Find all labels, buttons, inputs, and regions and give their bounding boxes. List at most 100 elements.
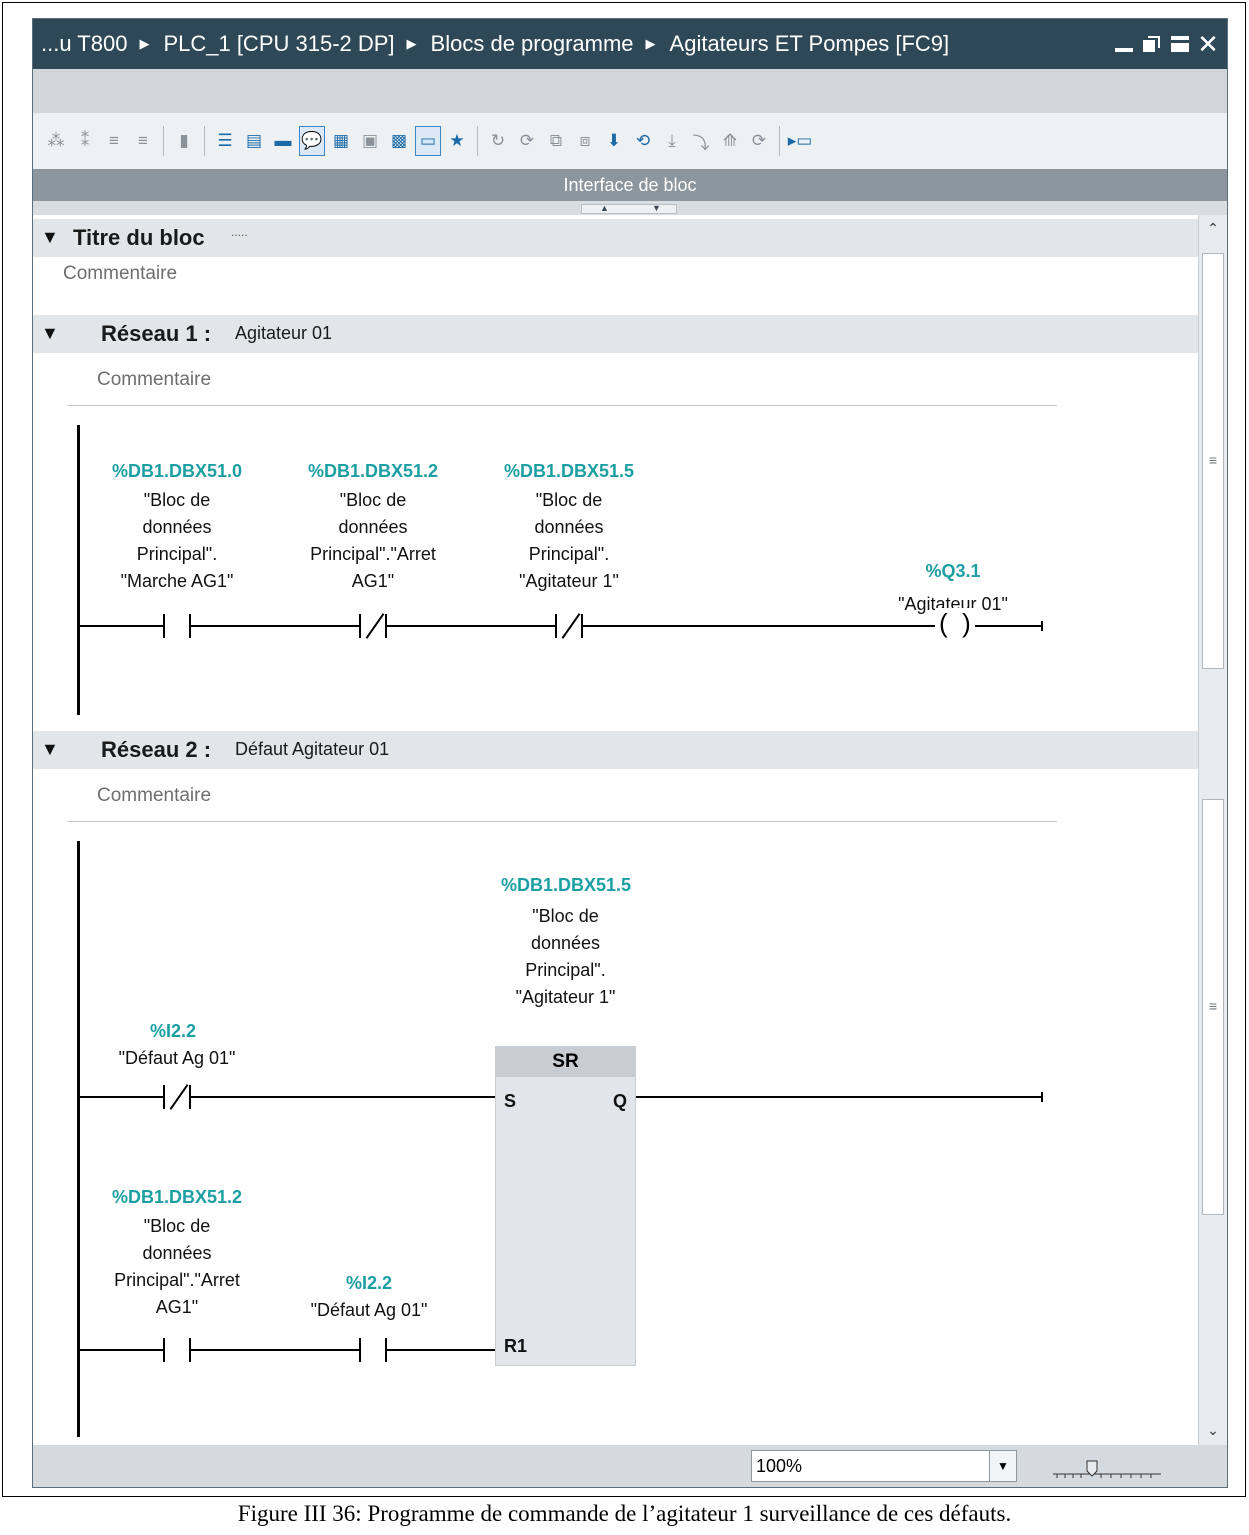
rung-1-end — [1041, 621, 1043, 631]
force-value-icon[interactable]: ⧈ — [572, 126, 598, 156]
block-title: Titre du bloc — [73, 225, 205, 250]
contact-1-symbol: "Bloc de données Principal". "Marche AG1" — [120, 490, 234, 591]
breadcrumb: ...u T800 ▶ PLC_1 [CPU 315-2 DP] ▶ Blocs… — [41, 19, 949, 69]
breadcrumb-item-block[interactable]: Agitateurs ET Pompes [FC9] — [670, 31, 950, 57]
minimize-icon[interactable] — [1113, 33, 1135, 55]
scroll-down-icon[interactable]: ⌄ — [1202, 1419, 1224, 1441]
block-interface-label: Interface de bloc — [563, 175, 697, 195]
breadcrumb-item-plc[interactable]: PLC_1 [CPU 315-2 DP] — [163, 31, 394, 57]
more-tools-icon[interactable]: ▸▭ — [787, 126, 813, 156]
sr-flipflop-block[interactable]: SR S Q R1 — [495, 1046, 636, 1366]
insert-network-icon[interactable]: ⁂ — [43, 126, 69, 156]
collapse-triangle-icon[interactable]: ▼ — [41, 323, 59, 344]
jump-icon[interactable]: ▮ — [171, 126, 197, 156]
reset-contact-1-no[interactable] — [163, 1338, 191, 1362]
favorites-bar-icon[interactable]: ▭ — [415, 126, 441, 156]
vertical-scrollbar[interactable]: ⌃ ≡ ≡ ⌄ — [1198, 215, 1227, 1445]
absolute-address-icon[interactable]: ▦ — [328, 126, 354, 156]
q-output-end — [1041, 1092, 1043, 1102]
insert-row-icon[interactable]: ≡ — [101, 126, 127, 156]
reset-contact-2-no[interactable] — [359, 1338, 387, 1362]
breadcrumb-item-blocks[interactable]: Blocs de programme — [431, 31, 634, 57]
scroll-up-icon[interactable]: ⌃ — [1202, 217, 1224, 239]
reset-contact-1-symbol: "Bloc de données Principal"."Arret AG1" — [114, 1216, 240, 1317]
continue-icon[interactable]: ⟳ — [746, 126, 772, 156]
collapse-triangle-icon[interactable]: ▼ — [41, 739, 59, 760]
sr-pin-s: S — [504, 1091, 517, 1111]
network-2-comment-box[interactable]: Commentaire — [67, 781, 1057, 822]
scroll-thumb-lower[interactable]: ≡ — [1202, 799, 1224, 1215]
reset-contact-2-symbol: "Défaut Ag 01" — [310, 1300, 428, 1320]
toolbar-separator — [477, 126, 478, 156]
zoom-select[interactable]: 100% ▼ — [751, 1450, 1017, 1482]
contact-2-symbol: "Bloc de données Principal"."Arret AG1" — [310, 490, 436, 591]
coil-output[interactable]: ( ) — [935, 608, 975, 639]
expand-networks-icon[interactable]: ▤ — [241, 126, 267, 156]
block-interface-bar[interactable]: Interface de bloc — [33, 169, 1227, 201]
network-1-header[interactable]: ▼ Réseau 1 : Agitateur 01 — [33, 315, 1198, 353]
arrow-up-icon[interactable]: ▲ — [600, 203, 609, 213]
network-2-comment: Commentaire — [97, 785, 212, 806]
scroll-thumb-upper[interactable]: ≡ — [1202, 253, 1224, 669]
arrow-right-icon: ▶ — [406, 36, 417, 51]
step-over-icon[interactable]: ⤓ — [659, 126, 685, 156]
float-window-icon[interactable] — [1141, 33, 1163, 55]
append-row-icon[interactable]: ≡ — [130, 126, 156, 156]
toolbar-separator — [204, 126, 205, 156]
network-1-comment-box[interactable]: Commentaire — [67, 365, 1057, 406]
window-tab-bar — [33, 69, 1227, 113]
collapse-all-icon[interactable]: ☰ — [212, 126, 238, 156]
contact-3-address: %DB1.DBX51.5 — [503, 461, 635, 481]
set-contact-nc[interactable] — [163, 1084, 191, 1110]
sr-pin-q: Q — [612, 1091, 627, 1111]
maximize-icon[interactable] — [1169, 33, 1191, 55]
sr-address: %DB1.DBX51.5 — [500, 875, 632, 895]
chevron-down-icon[interactable]: ▼ — [989, 1451, 1016, 1481]
network-view-icon[interactable]: ▬ — [270, 126, 296, 156]
contact-1-address: %DB1.DBX51.0 — [111, 461, 243, 481]
sr-block-name: SR — [496, 1047, 635, 1077]
address-display-icon[interactable]: ▩ — [386, 126, 412, 156]
network-2-title: Défaut Agitateur 01 — [235, 739, 390, 759]
left-power-rail — [77, 841, 80, 1437]
symbol-info-icon[interactable]: ▣ — [357, 126, 383, 156]
network-2-label: Réseau 2 : — [101, 737, 212, 762]
step-into-icon[interactable]: ⤵ — [688, 126, 714, 156]
grip-icon: ≡ — [1208, 452, 1218, 468]
network-1-label: Réseau 1 : — [101, 321, 212, 346]
contact-2-nc[interactable] — [359, 613, 387, 639]
favorites-icon[interactable]: ★ — [444, 126, 470, 156]
contact-3-nc[interactable] — [555, 613, 583, 639]
modify-value-icon[interactable]: ⧉ — [543, 126, 569, 156]
arrow-down-icon[interactable]: ▼ — [652, 203, 661, 213]
block-title-header[interactable]: ▼ Titre du bloc ..... — [33, 219, 1198, 257]
contact-3-symbol: "Bloc de données Principal". "Agitateur 1" — [519, 490, 619, 591]
interface-splitter[interactable]: ▲ ▼ — [581, 203, 677, 214]
editor-window: ...u T800 ▶ PLC_1 [CPU 315-2 DP] ▶ Blocs… — [32, 18, 1228, 1488]
figure-caption: Figure III 36: Programme de commande de … — [237, 1501, 1012, 1526]
close-icon[interactable]: ✕ — [1197, 31, 1219, 57]
reset-contact-2-address: %I2.2 — [345, 1273, 393, 1293]
breakpoint-icon[interactable]: ⟲ — [630, 126, 656, 156]
block-title-dots: ..... — [231, 225, 248, 239]
zoom-value: 100% — [756, 1456, 803, 1476]
contact-1-no[interactable] — [163, 614, 191, 638]
zoom-slider[interactable] — [1051, 1457, 1163, 1479]
ladder-editor: ▼ Titre du bloc ..... Commentaire ▼ Rése… — [33, 215, 1198, 1445]
go-online-icon[interactable]: ↻ — [485, 126, 511, 156]
arrow-right-icon: ▶ — [139, 36, 150, 51]
contact-2-address: %DB1.DBX51.2 — [307, 461, 439, 481]
network-1-title: Agitateur 01 — [235, 323, 333, 343]
breadcrumb-item-project[interactable]: ...u T800 — [41, 31, 127, 57]
monitoring-icon[interactable]: ⟳ — [514, 126, 540, 156]
collapse-triangle-icon[interactable]: ▼ — [41, 227, 59, 248]
grip-icon: ≡ — [1208, 998, 1218, 1014]
delete-network-icon[interactable]: ⁑ — [72, 126, 98, 156]
step-out-icon[interactable]: ⟰ — [717, 126, 743, 156]
network-comments-icon[interactable]: 💬 — [299, 126, 325, 156]
arrow-right-icon: ▶ — [645, 36, 656, 51]
block-comment[interactable]: Commentaire — [63, 263, 177, 285]
download-icon[interactable]: ⬇ — [601, 126, 627, 156]
network-2-header[interactable]: ▼ Réseau 2 : Défaut Agitateur 01 — [33, 731, 1198, 769]
sr-symbol: "Bloc de données Principal". "Agitateur 1" — [515, 906, 616, 1007]
